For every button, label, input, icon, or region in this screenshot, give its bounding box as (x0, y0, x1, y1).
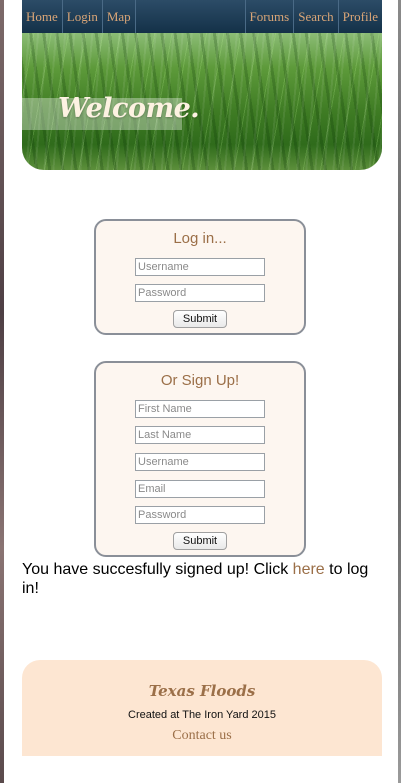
signup-first-name-input[interactable] (135, 400, 265, 418)
signup-form-title: Or Sign Up! (160, 372, 240, 389)
signup-email-input[interactable] (135, 480, 265, 498)
nav-map-link[interactable]: Map (103, 0, 135, 33)
footer-credit: Created at The Iron Yard 2015 (128, 709, 276, 721)
welcome-heading: Welcome. (58, 93, 200, 124)
contact-us-link[interactable]: Contact us (172, 728, 232, 744)
signup-success-message: You have succesfully signed up! Click he… (22, 560, 382, 598)
nav-forums-link[interactable]: Forums (246, 0, 294, 33)
signup-submit-button[interactable]: Submit (173, 532, 227, 550)
login-here-link[interactable]: here (293, 561, 325, 578)
signup-form: Or Sign Up! Submit (94, 361, 306, 557)
nav-profile-link[interactable]: Profile (339, 0, 382, 33)
login-password-input[interactable] (135, 284, 265, 302)
nav-search-link[interactable]: Search (294, 0, 337, 33)
nav-divider (134, 0, 136, 33)
signup-last-name-input[interactable] (135, 426, 265, 444)
hero-banner: Home Login Map Forums Search Profile Wel… (22, 0, 382, 170)
login-username-input[interactable] (135, 258, 265, 276)
message-text-before: You have succesfully signed up! Click (22, 561, 293, 578)
nav-login-link[interactable]: Login (63, 0, 102, 33)
nav-home-link[interactable]: Home (22, 0, 62, 33)
login-submit-button[interactable]: Submit (173, 310, 227, 328)
login-form-title: Log in... (173, 230, 227, 247)
top-nav: Home Login Map Forums Search Profile (22, 0, 382, 33)
window-left-edge (0, 0, 4, 783)
footer-site-title: Texas Floods (148, 682, 256, 700)
login-form: Log in... Submit (94, 219, 306, 335)
signup-username-input[interactable] (135, 453, 265, 471)
signup-password-input[interactable] (135, 506, 265, 524)
page-footer: Texas Floods Created at The Iron Yard 20… (22, 660, 382, 756)
